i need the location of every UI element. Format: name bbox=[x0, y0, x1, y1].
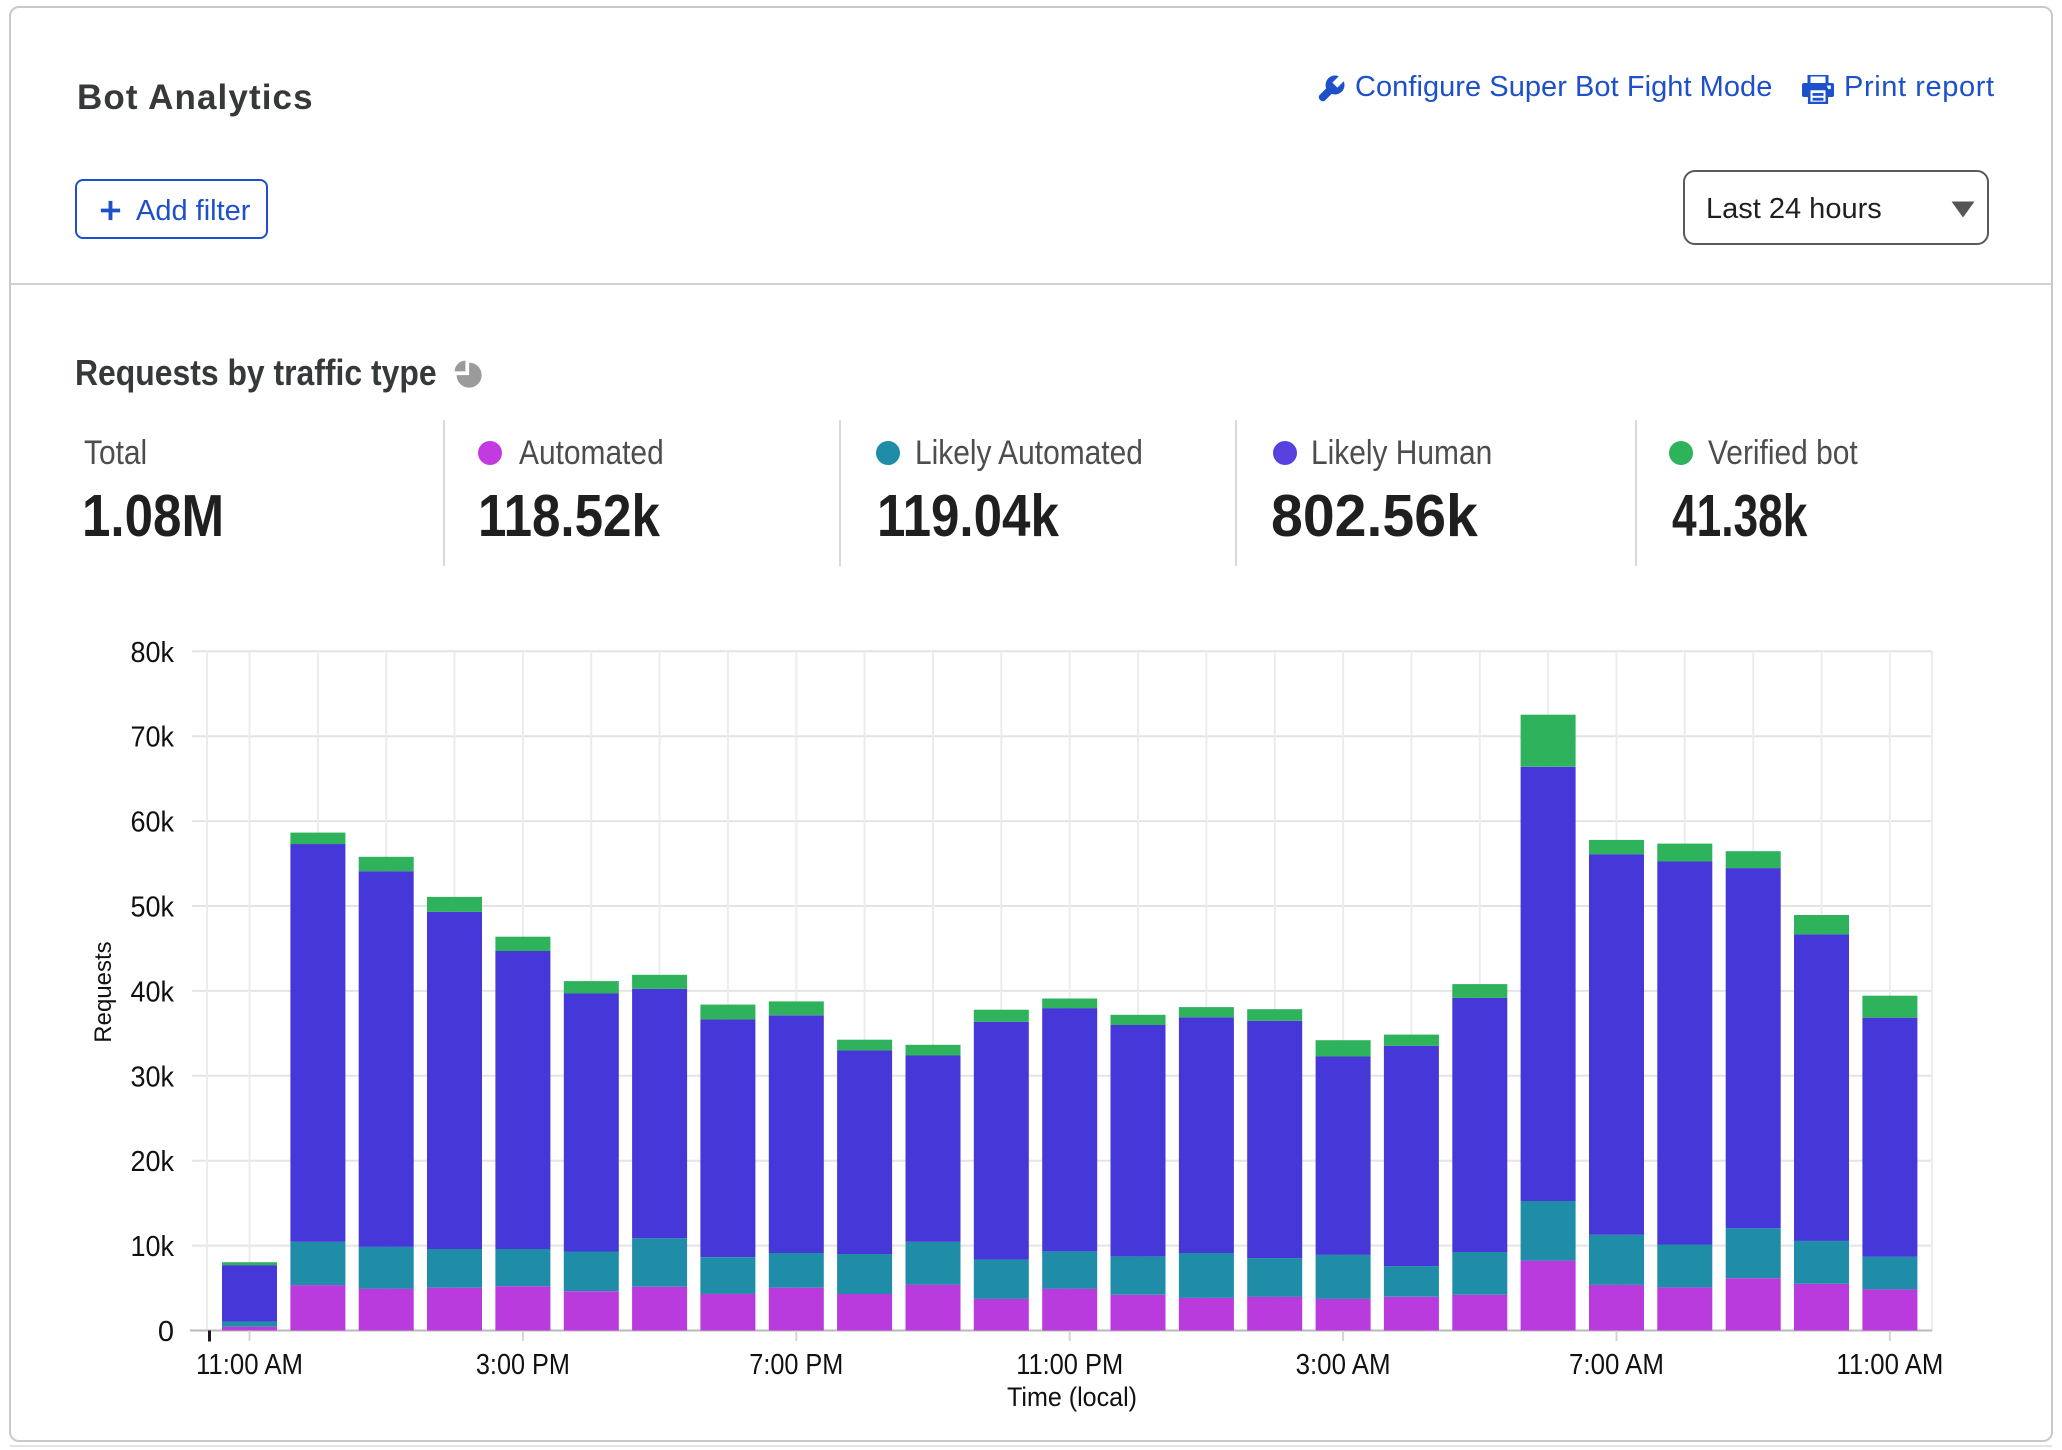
svg-text:3:00 AM: 3:00 AM bbox=[1296, 1349, 1391, 1381]
svg-text:40k: 40k bbox=[131, 976, 175, 1008]
svg-text:10k: 10k bbox=[131, 1231, 175, 1263]
svg-text:Requests: Requests bbox=[90, 941, 117, 1042]
svg-text:0: 0 bbox=[158, 1316, 174, 1348]
svg-text:20k: 20k bbox=[131, 1146, 175, 1178]
svg-text:7:00 PM: 7:00 PM bbox=[749, 1349, 843, 1381]
svg-text:11:00 PM: 11:00 PM bbox=[1016, 1349, 1123, 1381]
svg-text:60k: 60k bbox=[131, 807, 175, 839]
svg-text:70k: 70k bbox=[131, 722, 175, 754]
svg-text:50k: 50k bbox=[131, 892, 175, 924]
svg-text:Time (local): Time (local) bbox=[1007, 1382, 1137, 1412]
svg-text:11:00 AM: 11:00 AM bbox=[196, 1349, 303, 1381]
svg-text:7:00 AM: 7:00 AM bbox=[1569, 1349, 1664, 1381]
svg-text:30k: 30k bbox=[131, 1061, 175, 1093]
svg-text:3:00 PM: 3:00 PM bbox=[476, 1349, 570, 1381]
svg-text:11:00 AM: 11:00 AM bbox=[1836, 1349, 1943, 1381]
svg-text:80k: 80k bbox=[131, 637, 175, 669]
